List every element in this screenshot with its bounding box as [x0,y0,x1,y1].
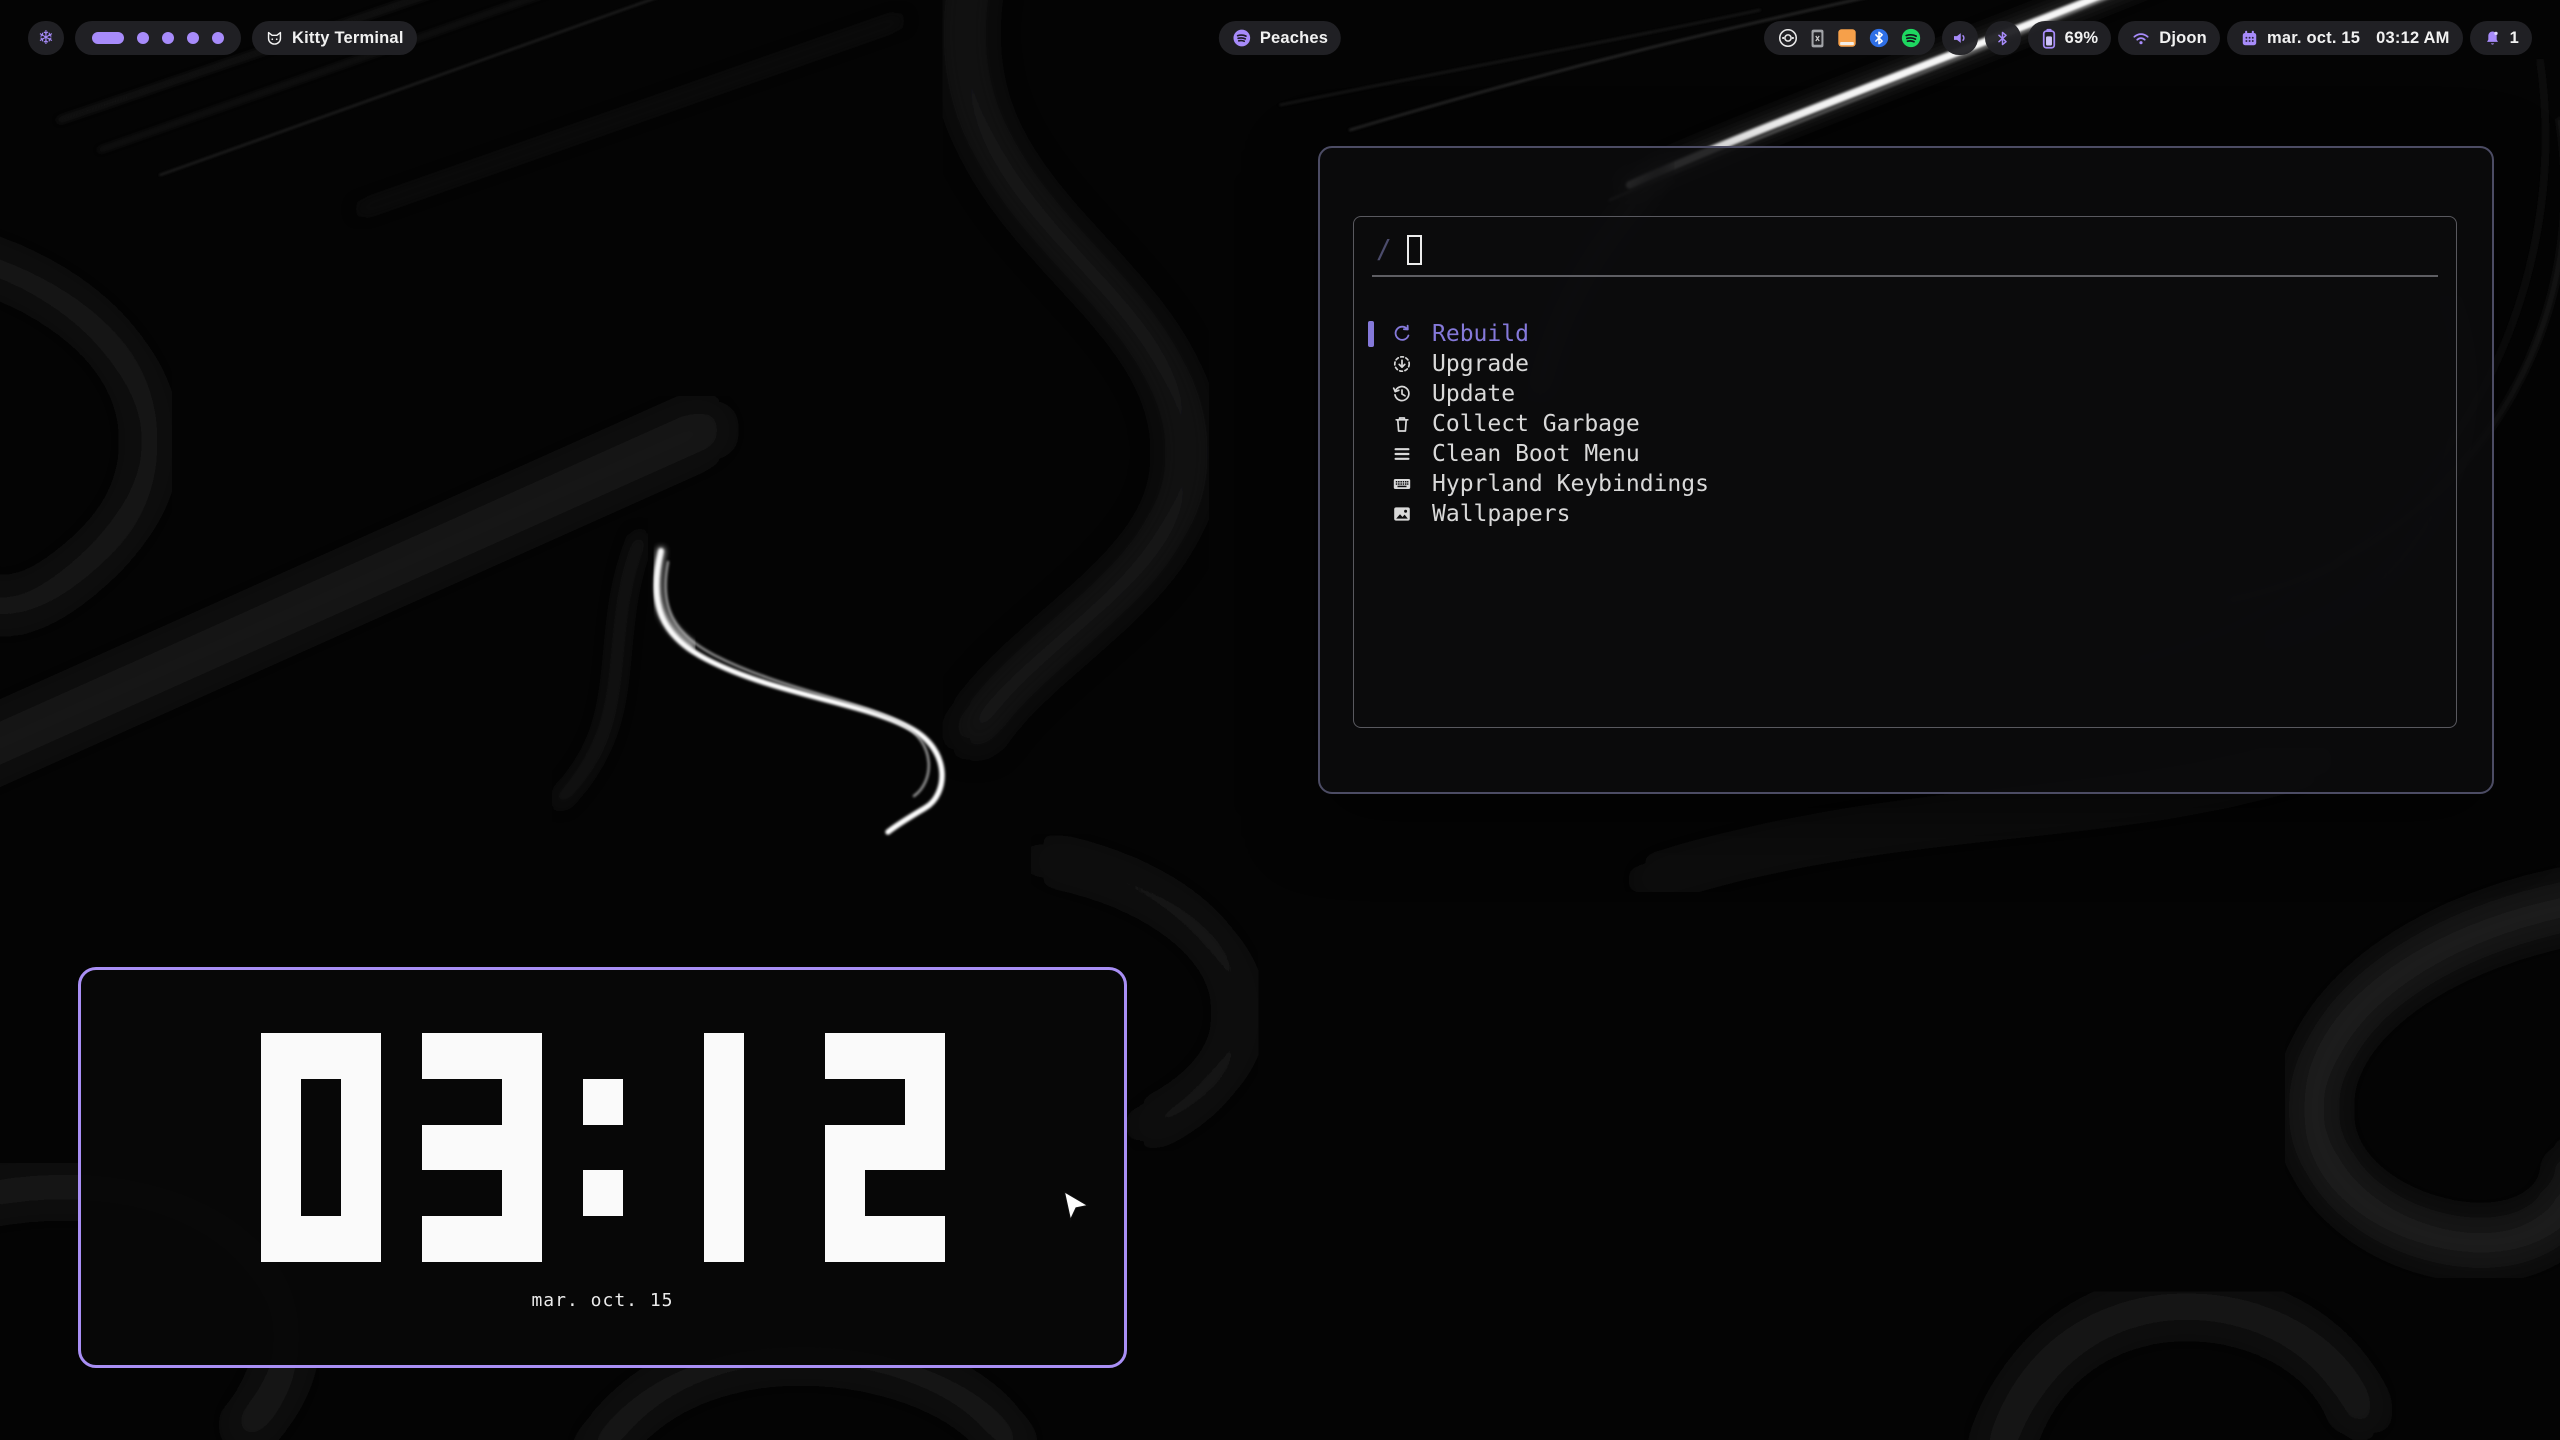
notification-count: 1 [2510,29,2519,48]
wifi-icon [2131,28,2151,48]
workspace-dot[interactable] [162,32,174,44]
spotify-tray-icon[interactable] [1900,27,1922,49]
network-ssid: Djoon [2159,29,2207,48]
battery-pill[interactable]: 69% [2028,21,2112,55]
selection-bar [1368,381,1374,407]
clock-digit [261,1033,381,1262]
bar-right-modules: 69% Djoon mar. oct. 15 03:12 AM 1 [1764,21,2532,55]
launcher-item[interactable]: Rebuild [1354,319,2456,349]
launcher-item[interactable]: Collect Garbage [1354,409,2456,439]
clock-date: mar. oct. 15 [81,1290,1124,1311]
nix-snowflake-icon: ❄ [38,29,54,48]
volume-pill[interactable] [1942,21,1978,55]
active-window-pill[interactable]: Kitty Terminal [252,21,417,55]
battery-percent: 69% [2065,29,2099,48]
clock-widget[interactable]: mar. oct. 15 [78,967,1127,1368]
speaker-icon [1951,29,1969,47]
bar-date: mar. oct. 15 [2267,29,2360,48]
clock-digit [422,1033,542,1262]
downloader-icon[interactable] [1836,27,1858,49]
active-window-title: Kitty Terminal [292,29,404,48]
workspaces-indicator[interactable] [75,21,241,55]
launcher-item[interactable]: Upgrade [1354,349,2456,379]
bar-left-modules: ❄ Kitty Terminal [28,21,417,55]
network-pill[interactable]: Djoon [2118,21,2220,55]
refresh-icon [1392,324,1412,344]
launcher-item[interactable]: Clean Boot Menu [1354,439,2456,469]
datetime-pill[interactable]: mar. oct. 15 03:12 AM [2227,21,2463,55]
system-tray [1764,21,1935,55]
screen-recorder-icon[interactable] [1777,27,1799,49]
launcher-item-label: Hyprland Keybindings [1432,471,1709,497]
launcher-item[interactable]: Wallpapers [1354,499,2456,529]
calendar-icon [2240,29,2259,48]
search-separator [1372,275,2438,277]
launcher-item-label: Collect Garbage [1432,411,1640,437]
bluetooth-pill[interactable] [1985,21,2021,55]
desktop: ❄ Kitty Terminal Peaches [0,0,2560,1440]
selection-bar [1368,411,1374,437]
workspace-dot[interactable] [137,32,149,44]
bar-center-modules: Peaches [1219,21,1341,55]
clock-colon [583,1033,623,1262]
bluetooth-icon [1994,30,2011,47]
clock-refresh-icon [1392,384,1412,404]
clock-digit [664,1033,784,1262]
selection-bar [1368,321,1374,347]
clock-time-display [261,1033,945,1262]
launcher-item[interactable]: Update [1354,379,2456,409]
launcher-window: / Rebuild Upgrade Update Collect Garbage [1318,146,2494,794]
notifications-pill[interactable]: 1 [2470,21,2532,55]
selection-bar [1368,441,1374,467]
bluetooth-manager-icon[interactable] [1868,27,1890,49]
selection-bar [1368,471,1374,497]
battery-icon [2041,28,2057,49]
text-caret [1407,235,1422,265]
image-icon [1392,504,1412,524]
workspace-dot[interactable] [187,32,199,44]
vault-icon[interactable] [1809,28,1826,49]
bell-icon [2483,29,2502,48]
media-title: Peaches [1260,29,1328,48]
selection-bar [1368,501,1374,527]
launcher-panel: / Rebuild Upgrade Update Collect Garbage [1353,216,2457,728]
trash-icon [1392,414,1412,434]
bar-time: 03:12 AM [2376,29,2449,48]
selection-bar [1368,351,1374,377]
keyboard-icon [1392,474,1412,494]
workspace-dot[interactable] [212,32,224,44]
cat-icon [265,29,284,48]
launcher-item-label: Rebuild [1432,321,1529,347]
workspace-active-indicator[interactable] [92,32,124,44]
clock-digit [825,1033,945,1262]
mouse-cursor [1063,1191,1089,1221]
download-circle-icon [1392,354,1412,374]
list-icon [1392,444,1412,464]
media-pill[interactable]: Peaches [1219,21,1341,55]
search-prompt: / [1376,235,1392,265]
search-input[interactable]: / [1376,229,2434,271]
status-bar: ❄ Kitty Terminal Peaches [0,0,2560,78]
launcher-button[interactable]: ❄ [28,21,64,55]
launcher-item-label: Update [1432,381,1515,407]
launcher-item[interactable]: Hyprland Keybindings [1354,469,2456,499]
launcher-item-label: Wallpapers [1432,501,1570,527]
launcher-item-label: Upgrade [1432,351,1529,377]
launcher-item-list: Rebuild Upgrade Update Collect Garbage C… [1354,319,2456,529]
spotify-icon [1232,28,1252,48]
launcher-item-label: Clean Boot Menu [1432,441,1640,467]
